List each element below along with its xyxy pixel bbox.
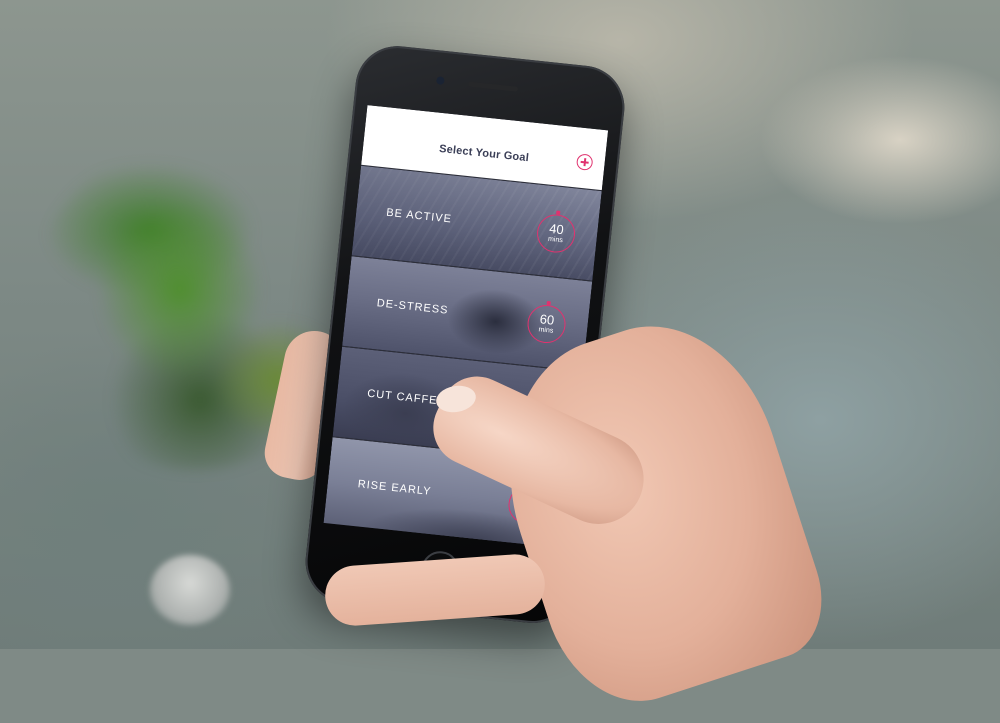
- timer-unit: mins: [547, 235, 564, 245]
- blurred-rock: [150, 555, 230, 625]
- add-goal-button[interactable]: [575, 153, 594, 171]
- timer-unit: mins: [538, 326, 554, 335]
- front-camera: [436, 76, 445, 86]
- earpiece-speaker: [467, 81, 519, 92]
- page-title: Select Your Goal: [438, 142, 530, 165]
